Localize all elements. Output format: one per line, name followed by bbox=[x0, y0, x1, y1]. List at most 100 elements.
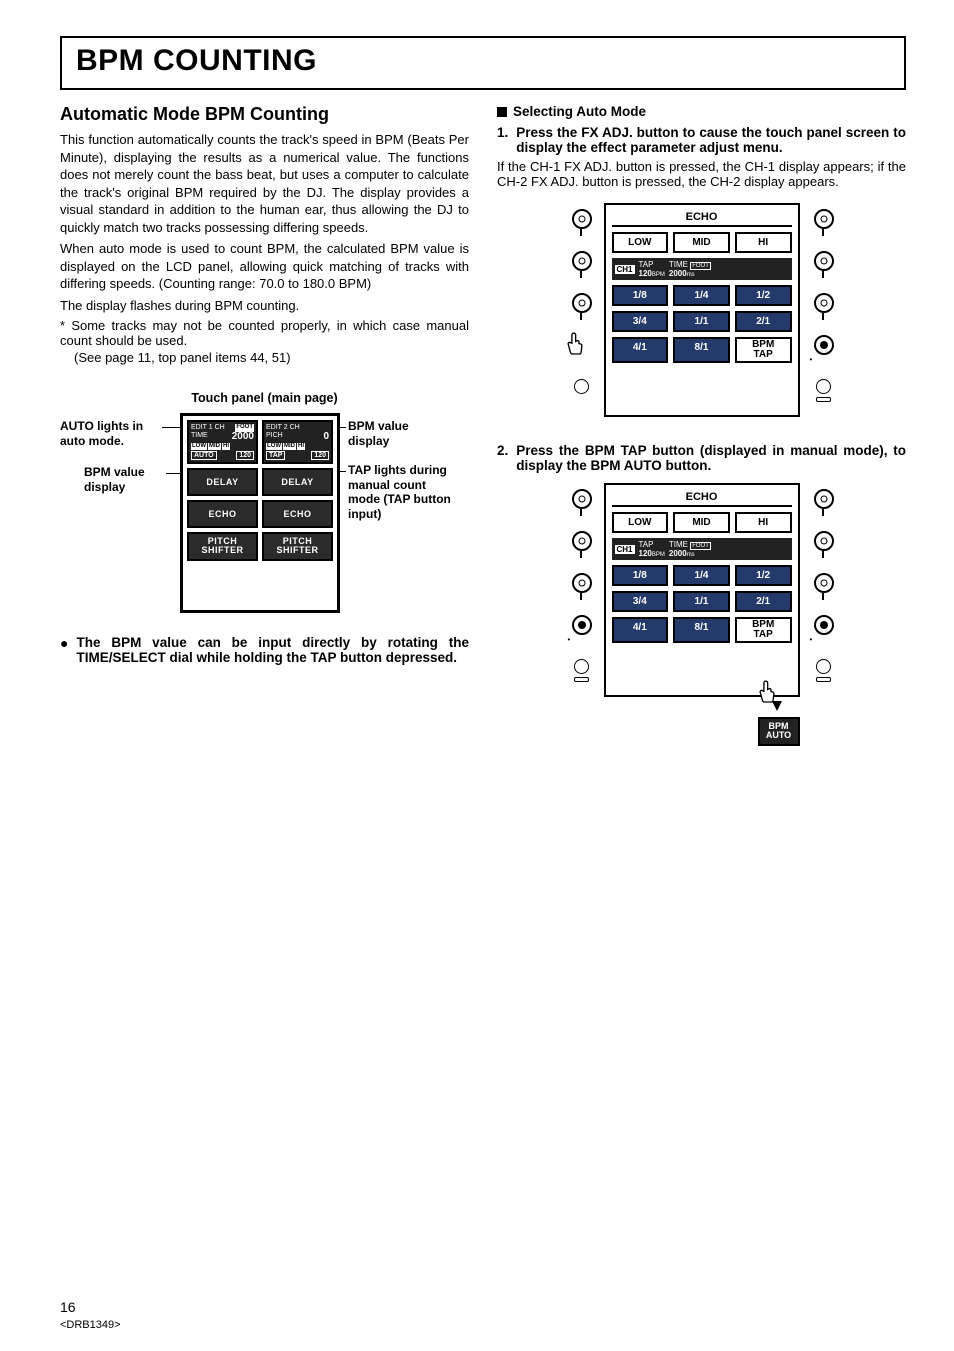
effect-title: ECHO bbox=[612, 491, 792, 507]
knob-icon bbox=[572, 489, 592, 509]
knob-filled-icon bbox=[814, 615, 834, 635]
touch-panel-main-diagram: AUTO lights in auto mode. BPM value disp… bbox=[60, 413, 450, 623]
touch-panel-caption: Touch panel (main page) bbox=[60, 391, 469, 405]
effect-panel-1: ECHO LOW MID HI CH1 TAP120BPM TIME FOOT2… bbox=[604, 203, 800, 417]
label-bpm-left: BPM value display bbox=[84, 465, 180, 494]
ratio-button: 1/4 bbox=[673, 565, 730, 586]
label-auto-lights: AUTO lights in auto mode. bbox=[60, 419, 170, 448]
effect-title: ECHO bbox=[612, 211, 792, 227]
left-p3: The display flashes during BPM counting. bbox=[60, 297, 469, 315]
echo-button-1: ECHO bbox=[187, 500, 258, 528]
ratio-button: 2/1 bbox=[735, 591, 792, 612]
ratio-button: 3/4 bbox=[612, 311, 669, 332]
step-1-note: If the CH-1 FX ADJ. button is pressed, t… bbox=[497, 159, 906, 189]
ratio-button: 1/1 bbox=[673, 591, 730, 612]
knob-icon bbox=[814, 293, 834, 313]
tick-icon bbox=[580, 593, 582, 600]
bpm-tap-button: BPMTAP bbox=[735, 337, 792, 363]
two-column-layout: Automatic Mode BPM Counting This functio… bbox=[60, 104, 906, 755]
low-button: LOW bbox=[612, 512, 669, 533]
touch-panel-main: EDIT 1 CHFOOT TIME2000 LOWMIDHI AUTO120 … bbox=[180, 413, 340, 613]
left-column: Automatic Mode BPM Counting This functio… bbox=[60, 104, 469, 755]
knob-filled-icon bbox=[572, 615, 592, 635]
panel-col-1: EDIT 1 CHFOOT TIME2000 LOWMIDHI AUTO120 … bbox=[187, 420, 258, 606]
ratio-button: 1/1 bbox=[673, 311, 730, 332]
label-tap-lights: TAP lights during manual count mode (TAP… bbox=[348, 463, 458, 521]
ratio-button: 1/4 bbox=[673, 285, 730, 306]
tick-icon bbox=[580, 509, 582, 516]
tick-icon bbox=[580, 271, 582, 278]
small-knob-icon bbox=[816, 379, 831, 394]
tick-icon bbox=[580, 313, 582, 320]
finger-pointer-icon bbox=[564, 331, 584, 357]
bpm-tap-button: BPMTAP bbox=[735, 617, 792, 643]
effect-adjust-diagram-2: • • ECHO bbox=[562, 483, 842, 755]
knob-icon bbox=[572, 209, 592, 229]
echo-button-2: ECHO bbox=[262, 500, 333, 528]
edit2-header: EDIT 2 CH PICH0 LOWMIDHI TAP120 bbox=[262, 420, 333, 463]
bpm-auto-button: BPMAUTO bbox=[758, 717, 800, 746]
bullet-icon: ● bbox=[60, 635, 68, 652]
ratio-button: 3/4 bbox=[612, 591, 669, 612]
bar-icon bbox=[816, 397, 831, 402]
mid-button: MID bbox=[673, 232, 730, 253]
delay-button-2: DELAY bbox=[262, 468, 333, 496]
left-heading: Automatic Mode BPM Counting bbox=[60, 104, 469, 125]
tick-icon bbox=[822, 229, 824, 236]
left-p2: When auto mode is used to count BPM, the… bbox=[60, 240, 469, 293]
knob-icon bbox=[572, 293, 592, 313]
low-button: LOW bbox=[612, 232, 669, 253]
tick-icon bbox=[580, 229, 582, 236]
knob-icon bbox=[814, 531, 834, 551]
knob-icon bbox=[814, 209, 834, 229]
left-p1: This function automatically counts the t… bbox=[60, 131, 469, 236]
effect-panel-2: ECHO LOW MID HI CH1 TAP120BPM TIME FOOT2… bbox=[604, 483, 800, 697]
selecting-auto-heading: Selecting Auto Mode bbox=[497, 104, 906, 119]
hi-button: HI bbox=[735, 512, 792, 533]
right-column: Selecting Auto Mode 1. Press the FX ADJ.… bbox=[497, 104, 906, 755]
knob-icon bbox=[572, 531, 592, 551]
info-strip: CH1 TAP120BPM TIME FOOT2000ms bbox=[612, 258, 792, 280]
knob-icon bbox=[814, 489, 834, 509]
square-bullet-icon bbox=[497, 107, 507, 117]
left-note-ref: (See page 11, top panel items 44, 51) bbox=[74, 350, 469, 365]
dot-icon: • bbox=[810, 635, 813, 644]
knob-filled-icon bbox=[814, 335, 834, 355]
tick-icon bbox=[822, 593, 824, 600]
knob-icon bbox=[572, 573, 592, 593]
small-knob-icon bbox=[574, 379, 589, 394]
small-knob-icon bbox=[816, 659, 831, 674]
label-bpm-right: BPM value display bbox=[348, 419, 448, 448]
knob-icon bbox=[814, 573, 834, 593]
left-bullet: ● The BPM value can be input directly by… bbox=[60, 635, 469, 665]
section-title-box: BPM COUNTING bbox=[60, 36, 906, 90]
info-strip: CH1 TAP120BPM TIME FOOT2000ms bbox=[612, 538, 792, 560]
pitch-shifter-button-1: PITCHSHIFTER bbox=[187, 532, 258, 561]
mid-button: MID bbox=[673, 512, 730, 533]
tick-icon bbox=[822, 313, 824, 320]
edit1-header: EDIT 1 CHFOOT TIME2000 LOWMIDHI AUTO120 bbox=[187, 420, 258, 463]
panel-col-2: EDIT 2 CH PICH0 LOWMIDHI TAP120 DELAY EC… bbox=[262, 420, 333, 606]
ratio-button: 4/1 bbox=[612, 617, 669, 643]
bar-icon bbox=[816, 677, 831, 682]
left-bullet-text: The BPM value can be input directly by r… bbox=[76, 635, 469, 665]
ratio-button: 1/8 bbox=[612, 565, 669, 586]
tick-icon bbox=[580, 551, 582, 558]
document-id: <DRB1349> bbox=[60, 1319, 121, 1331]
dot-icon: • bbox=[810, 355, 813, 364]
delay-button-1: DELAY bbox=[187, 468, 258, 496]
effect-adjust-diagram-1: • ECHO LOW MID HI CH1 TAP120BPM bbox=[562, 203, 842, 423]
bar-icon bbox=[574, 677, 589, 682]
step-2: 2. Press the BPM TAP button (displayed i… bbox=[497, 443, 906, 473]
dot-icon: • bbox=[568, 635, 571, 644]
hi-button: HI bbox=[735, 232, 792, 253]
ratio-button: 8/1 bbox=[673, 617, 730, 643]
page-number: 16 bbox=[60, 1299, 76, 1315]
tick-icon bbox=[822, 551, 824, 558]
step-1: 1. Press the FX ADJ. button to cause the… bbox=[497, 125, 906, 155]
ratio-button: 1/2 bbox=[735, 285, 792, 306]
arrow-down-icon bbox=[772, 701, 782, 711]
pitch-shifter-button-2: PITCHSHIFTER bbox=[262, 532, 333, 561]
ratio-button: 2/1 bbox=[735, 311, 792, 332]
small-knob-icon bbox=[574, 659, 589, 674]
